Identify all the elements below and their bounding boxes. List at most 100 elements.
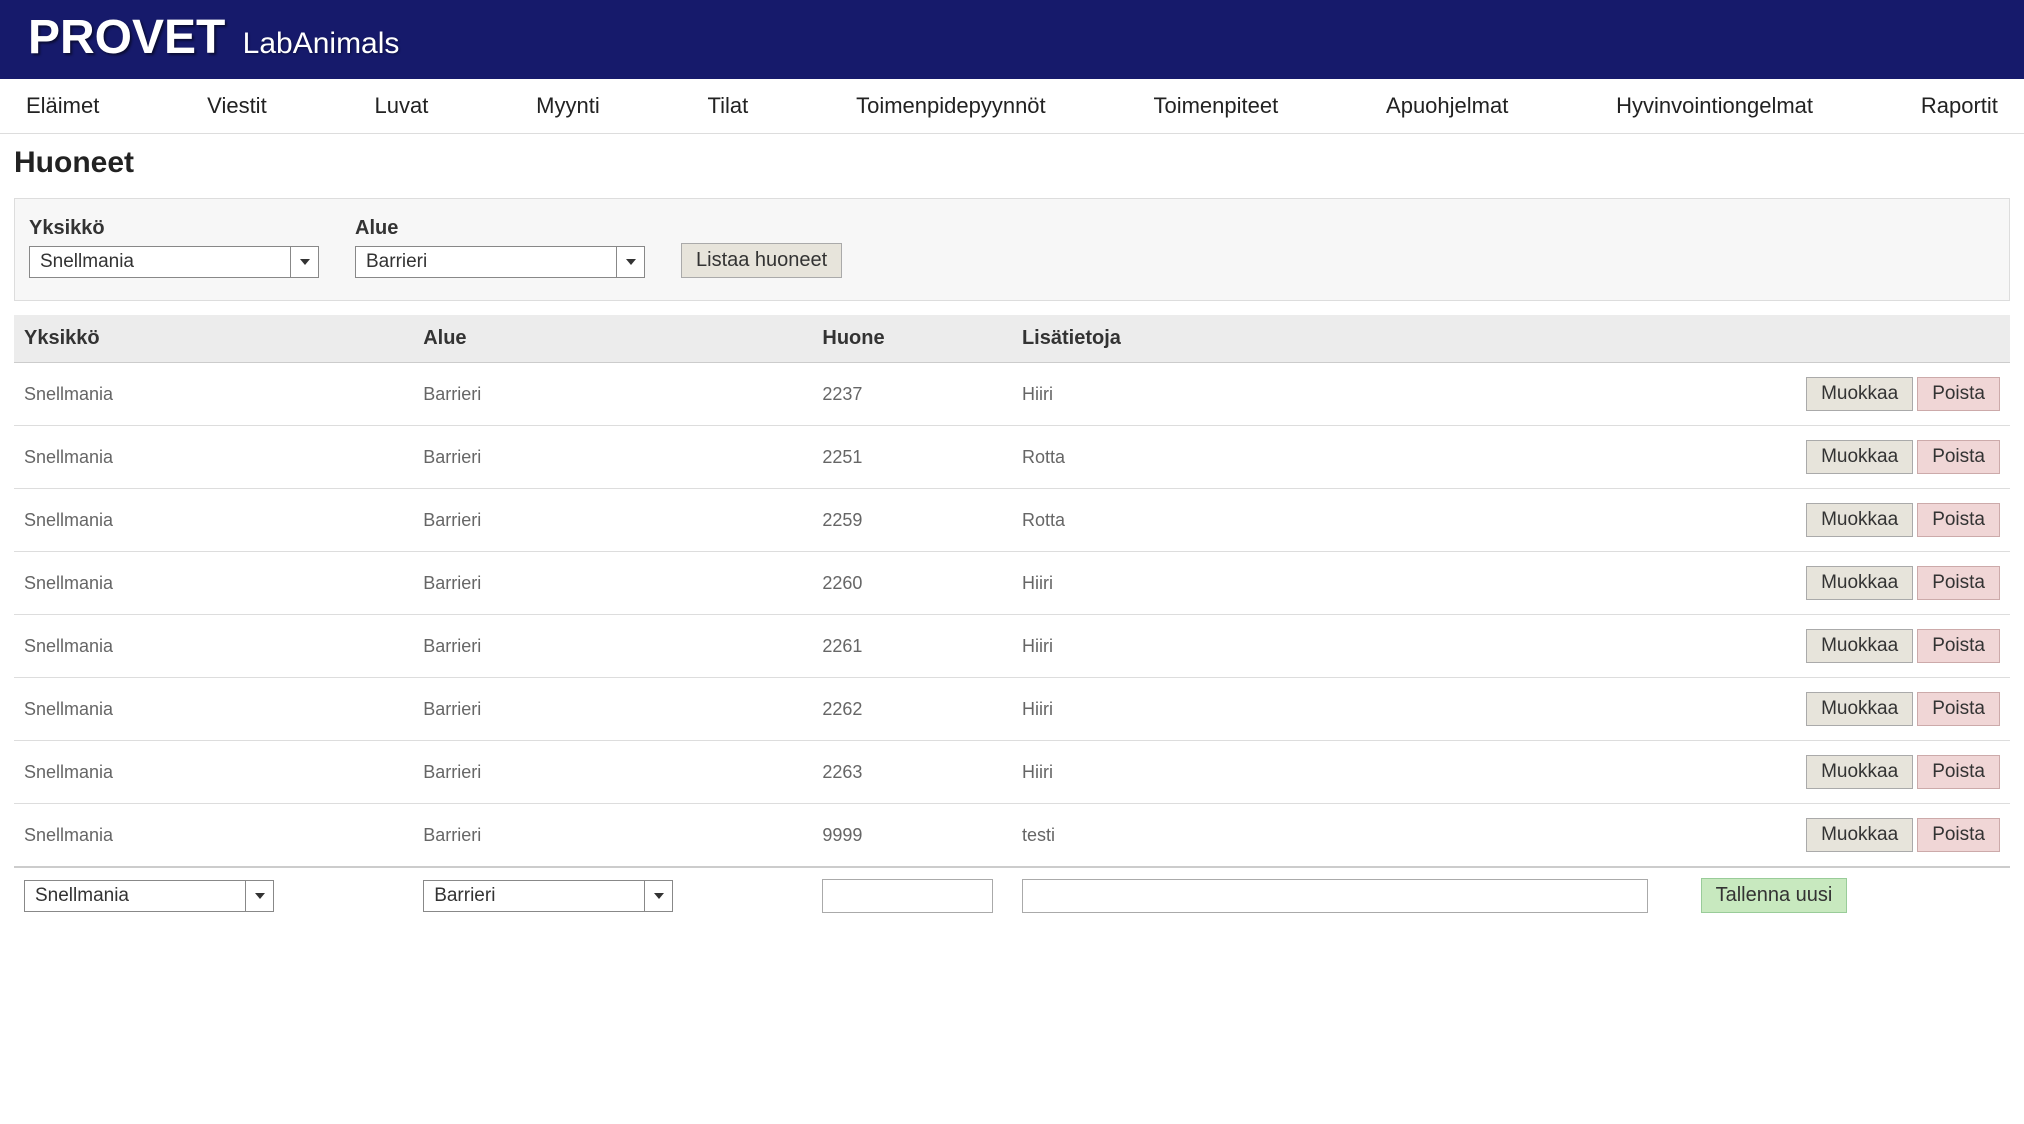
chevron-down-icon [616,247,644,277]
brand-subtitle: LabAnimals [243,27,400,60]
filter-unit-value: Snellmania [30,247,290,277]
filter-area-label: Alue [355,217,645,240]
edit-button[interactable]: Muokkaa [1806,440,1913,474]
cell-unit: Snellmania [14,741,413,804]
main-menu: Eläimet Viestit Luvat Myynti Tilat Toime… [0,79,2024,134]
filter-unit-select[interactable]: Snellmania [29,246,319,278]
delete-button[interactable]: Poista [1917,692,2000,726]
edit-button[interactable]: Muokkaa [1806,377,1913,411]
chevron-down-icon [245,881,273,911]
cell-room: 2259 [812,489,1012,552]
cell-info: Rotta [1012,426,1691,489]
new-row: Snellmania Barrieri [14,867,2010,923]
delete-button[interactable]: Poista [1917,377,2000,411]
edit-button[interactable]: Muokkaa [1806,503,1913,537]
new-area-value: Barrieri [424,881,644,911]
col-header-actions [1691,315,2010,363]
delete-button[interactable]: Poista [1917,755,2000,789]
cell-info: testi [1012,804,1691,868]
delete-button[interactable]: Poista [1917,818,2000,852]
cell-area: Barrieri [413,678,812,741]
new-unit-value: Snellmania [25,881,245,911]
menu-item-toimenpidepyynnot[interactable]: Toimenpidepyynnöt [848,89,1054,123]
cell-area: Barrieri [413,363,812,426]
cell-info: Rotta [1012,489,1691,552]
table-row: SnellmaniaBarrieri9999testi MuokkaaPoista [14,804,2010,868]
cell-area: Barrieri [413,615,812,678]
cell-room: 2251 [812,426,1012,489]
menu-item-elaimet[interactable]: Eläimet [18,89,107,123]
save-new-button[interactable]: Tallenna uusi [1701,878,1848,913]
menu-item-myynti[interactable]: Myynti [528,89,608,123]
menu-item-luvat[interactable]: Luvat [367,89,437,123]
page-title: Huoneet [0,134,2024,188]
filter-area-value: Barrieri [356,247,616,277]
new-unit-select[interactable]: Snellmania [24,880,274,912]
menu-item-tilat[interactable]: Tilat [700,89,757,123]
filter-panel: Yksikkö Snellmania Alue Barrieri Listaa … [14,198,2010,301]
menu-item-viestit[interactable]: Viestit [199,89,275,123]
new-area-select[interactable]: Barrieri [423,880,673,912]
edit-button[interactable]: Muokkaa [1806,692,1913,726]
cell-room: 2262 [812,678,1012,741]
cell-area: Barrieri [413,741,812,804]
cell-unit: Snellmania [14,615,413,678]
cell-room: 2263 [812,741,1012,804]
filter-unit-label: Yksikkö [29,217,319,240]
edit-button[interactable]: Muokkaa [1806,566,1913,600]
table-row: SnellmaniaBarrieri2262Hiiri MuokkaaPoista [14,678,2010,741]
rooms-table: Yksikkö Alue Huone Lisätietoja Snellmani… [14,315,2010,923]
menu-item-toimenpiteet[interactable]: Toimenpiteet [1145,89,1286,123]
table-row: SnellmaniaBarrieri2251Rotta MuokkaaPoista [14,426,2010,489]
cell-room: 2261 [812,615,1012,678]
delete-button[interactable]: Poista [1917,440,2000,474]
table-row: SnellmaniaBarrieri2237Hiiri MuokkaaPoista [14,363,2010,426]
menu-item-hyvinvointiongelmat[interactable]: Hyvinvointiongelmat [1608,89,1821,123]
delete-button[interactable]: Poista [1917,566,2000,600]
filter-unit-field: Yksikkö Snellmania [29,217,319,278]
table-row: SnellmaniaBarrieri2260Hiiri MuokkaaPoista [14,552,2010,615]
cell-room: 2237 [812,363,1012,426]
cell-info: Hiiri [1012,741,1691,804]
cell-area: Barrieri [413,804,812,868]
cell-unit: Snellmania [14,426,413,489]
cell-unit: Snellmania [14,552,413,615]
col-header-info: Lisätietoja [1012,315,1691,363]
col-header-room: Huone [812,315,1012,363]
brand-logo: PROVET [28,10,225,65]
edit-button[interactable]: Muokkaa [1806,818,1913,852]
cell-room: 9999 [812,804,1012,868]
menu-item-apuohjelmat[interactable]: Apuohjelmat [1378,89,1516,123]
chevron-down-icon [644,881,672,911]
new-info-input[interactable] [1022,879,1648,913]
delete-button[interactable]: Poista [1917,503,2000,537]
table-row: SnellmaniaBarrieri2261Hiiri MuokkaaPoista [14,615,2010,678]
cell-unit: Snellmania [14,678,413,741]
filter-area-select[interactable]: Barrieri [355,246,645,278]
filter-action: Listaa huoneet [681,243,842,278]
menu-item-raportit[interactable]: Raportit [1913,89,2006,123]
cell-info: Hiiri [1012,615,1691,678]
cell-area: Barrieri [413,552,812,615]
edit-button[interactable]: Muokkaa [1806,629,1913,663]
filter-area-field: Alue Barrieri [355,217,645,278]
cell-unit: Snellmania [14,489,413,552]
delete-button[interactable]: Poista [1917,629,2000,663]
cell-unit: Snellmania [14,804,413,868]
list-rooms-button[interactable]: Listaa huoneet [681,243,842,278]
table-row: SnellmaniaBarrieri2263Hiiri MuokkaaPoista [14,741,2010,804]
new-room-input[interactable] [822,879,993,913]
col-header-area: Alue [413,315,812,363]
cell-info: Hiiri [1012,678,1691,741]
cell-info: Hiiri [1012,363,1691,426]
col-header-unit: Yksikkö [14,315,413,363]
app-header: PROVET LabAnimals [0,0,2024,79]
edit-button[interactable]: Muokkaa [1806,755,1913,789]
chevron-down-icon [290,247,318,277]
cell-room: 2260 [812,552,1012,615]
cell-area: Barrieri [413,426,812,489]
cell-area: Barrieri [413,489,812,552]
table-row: SnellmaniaBarrieri2259Rotta MuokkaaPoista [14,489,2010,552]
cell-unit: Snellmania [14,363,413,426]
cell-info: Hiiri [1012,552,1691,615]
